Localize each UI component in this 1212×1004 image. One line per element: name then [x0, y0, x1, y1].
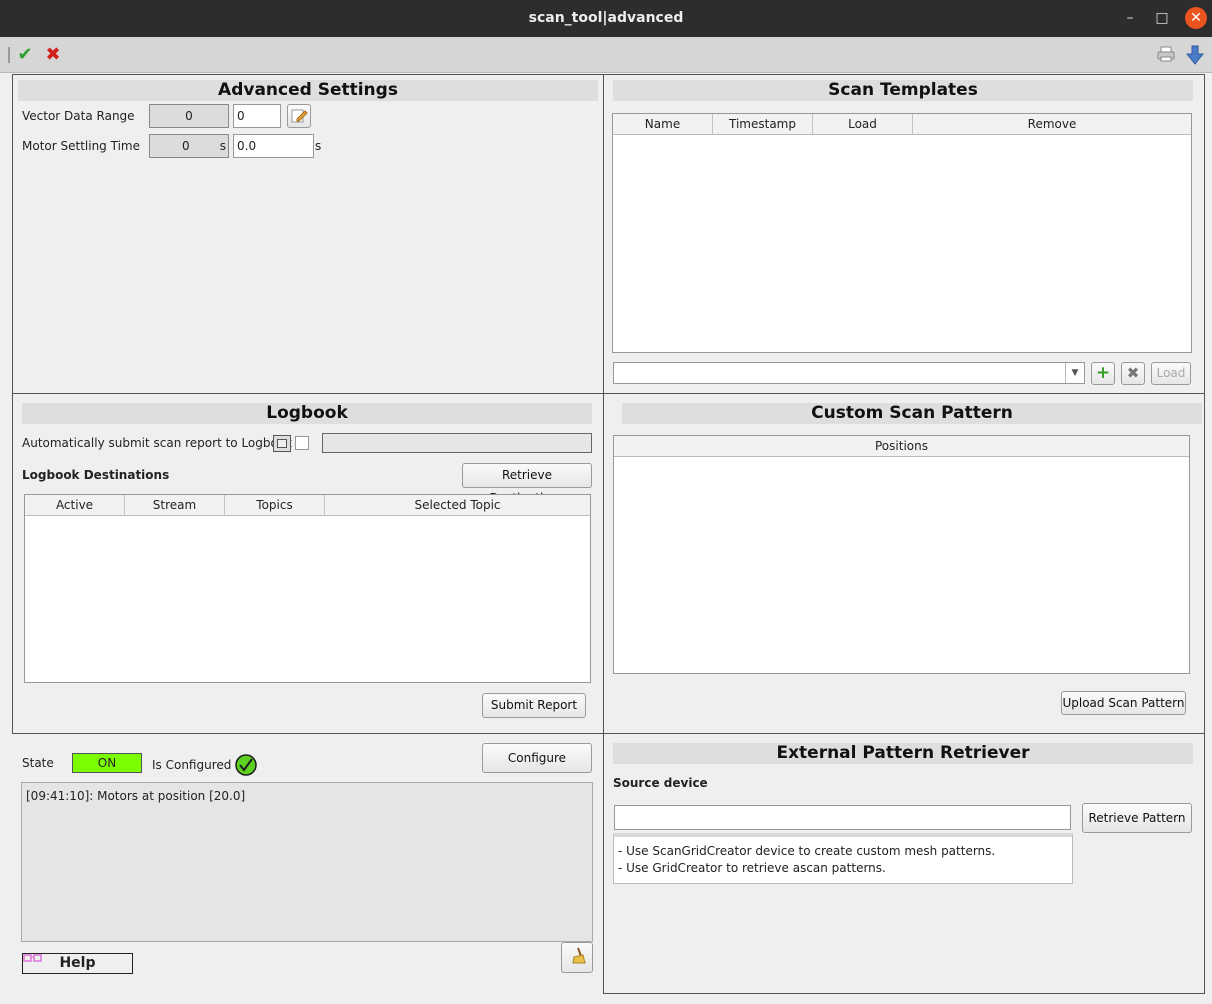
motor-settling-unit: s — [219, 139, 226, 153]
positions-header: Positions — [614, 436, 1189, 457]
edit-icon — [291, 109, 308, 123]
column-remove[interactable]: Remove — [913, 114, 1191, 134]
maximize-button[interactable]: □ — [1151, 8, 1173, 28]
edit-vector-button[interactable] — [287, 104, 311, 128]
remove-template-button[interactable]: ✖ — [1121, 362, 1145, 385]
column-timestamp[interactable]: Timestamp — [713, 114, 813, 134]
logbook-destinations-header: Active Stream Topics Selected Topic — [25, 495, 590, 516]
is-configured-label: Is Configured — [152, 758, 232, 772]
status-log: [09:41:10]: Motors at position [20.0] — [21, 782, 593, 942]
column-positions[interactable]: Positions — [614, 436, 1189, 456]
column-stream[interactable]: Stream — [125, 495, 225, 515]
state-label: State — [22, 756, 54, 770]
clear-log-button[interactable] — [561, 942, 593, 973]
window-titlebar: scan_tool|advanced – □ ✕ — [0, 0, 1212, 37]
toolbar: ✔ ✖ — [0, 37, 1212, 73]
logbook-title: Logbook — [22, 403, 592, 424]
apply-icon[interactable]: ✔ — [15, 45, 35, 65]
scan-templates-table[interactable]: Name Timestamp Load Remove — [612, 113, 1192, 353]
retrieve-pattern-button[interactable]: Retrieve Pattern — [1082, 803, 1192, 833]
positions-table[interactable]: Positions — [613, 435, 1190, 674]
external-hint-line-1: - Use ScanGridCreator device to create c… — [618, 844, 996, 858]
auto-submit-indicator — [273, 435, 291, 452]
auto-submit-checkbox[interactable] — [295, 436, 309, 450]
plus-icon: + — [1095, 363, 1111, 383]
column-name[interactable]: Name — [613, 114, 713, 134]
status-log-line: [09:41:10]: Motors at position [20.0] — [26, 789, 246, 803]
printer-icon[interactable] — [1156, 45, 1176, 65]
chevron-down-icon[interactable]: ▼ — [1065, 363, 1084, 383]
motor-settling-number: 0 — [182, 139, 190, 153]
help-button[interactable]: Help — [22, 953, 133, 974]
scan-templates-title: Scan Templates — [613, 80, 1193, 101]
download-arrow-icon[interactable] — [1185, 45, 1205, 65]
window-title: scan_tool|advanced — [528, 10, 684, 26]
column-topics[interactable]: Topics — [225, 495, 325, 515]
close-window-button[interactable]: ✕ — [1185, 7, 1207, 29]
load-template-button[interactable]: Load — [1151, 362, 1191, 385]
checkmark-icon — [235, 754, 257, 776]
external-hint-box: - Use ScanGridCreator device to create c… — [613, 833, 1073, 884]
vector-range-input[interactable]: 0 — [233, 104, 281, 128]
external-pattern-title: External Pattern Retriever — [613, 743, 1193, 764]
minimize-button[interactable]: – — [1119, 8, 1141, 28]
motor-settling-value: 0 s — [149, 134, 229, 158]
upload-scan-pattern-button[interactable]: Upload Scan Pattern — [1061, 691, 1186, 715]
auto-submit-label: Automatically submit scan report to Logb… — [22, 436, 293, 450]
advanced-settings-title: Advanced Settings — [18, 80, 598, 101]
state-indicator: ON — [72, 753, 142, 773]
submit-report-button[interactable]: Submit Report — [482, 693, 586, 718]
scan-templates-header: Name Timestamp Load Remove — [613, 114, 1191, 135]
configure-button[interactable]: Configure — [482, 743, 592, 773]
column-selected-topic[interactable]: Selected Topic — [325, 495, 590, 515]
vector-range-value: 0 — [149, 104, 229, 128]
motor-settling-label: Motor Settling Time — [22, 139, 140, 153]
retrieve-destinations-button[interactable]: Retrieve Destinations — [462, 463, 592, 505]
motor-settling-input-unit: s — [315, 139, 322, 153]
logbook-status-field — [322, 433, 592, 453]
column-load[interactable]: Load — [813, 114, 913, 134]
toolbar-grip — [8, 47, 10, 63]
add-template-button[interactable]: + — [1091, 362, 1115, 385]
custom-scan-pattern-title: Custom Scan Pattern — [622, 403, 1202, 424]
broom-icon — [572, 947, 586, 964]
motor-settling-input[interactable]: 0.0 — [233, 134, 314, 158]
template-combo[interactable] — [613, 362, 1085, 384]
logbook-destinations-label: Logbook Destinations — [22, 468, 170, 482]
column-active[interactable]: Active — [25, 495, 125, 515]
vector-range-label: Vector Data Range — [22, 109, 135, 123]
cancel-icon[interactable]: ✖ — [43, 45, 63, 65]
source-device-input[interactable] — [614, 805, 1071, 830]
external-hint-line-2: - Use GridCreator to retrieve ascan patt… — [618, 861, 886, 875]
source-device-label: Source device — [613, 776, 708, 790]
x-icon: ✖ — [1126, 364, 1140, 382]
glasses-icon — [23, 953, 43, 963]
logbook-destinations-table[interactable]: Active Stream Topics Selected Topic — [24, 494, 591, 683]
